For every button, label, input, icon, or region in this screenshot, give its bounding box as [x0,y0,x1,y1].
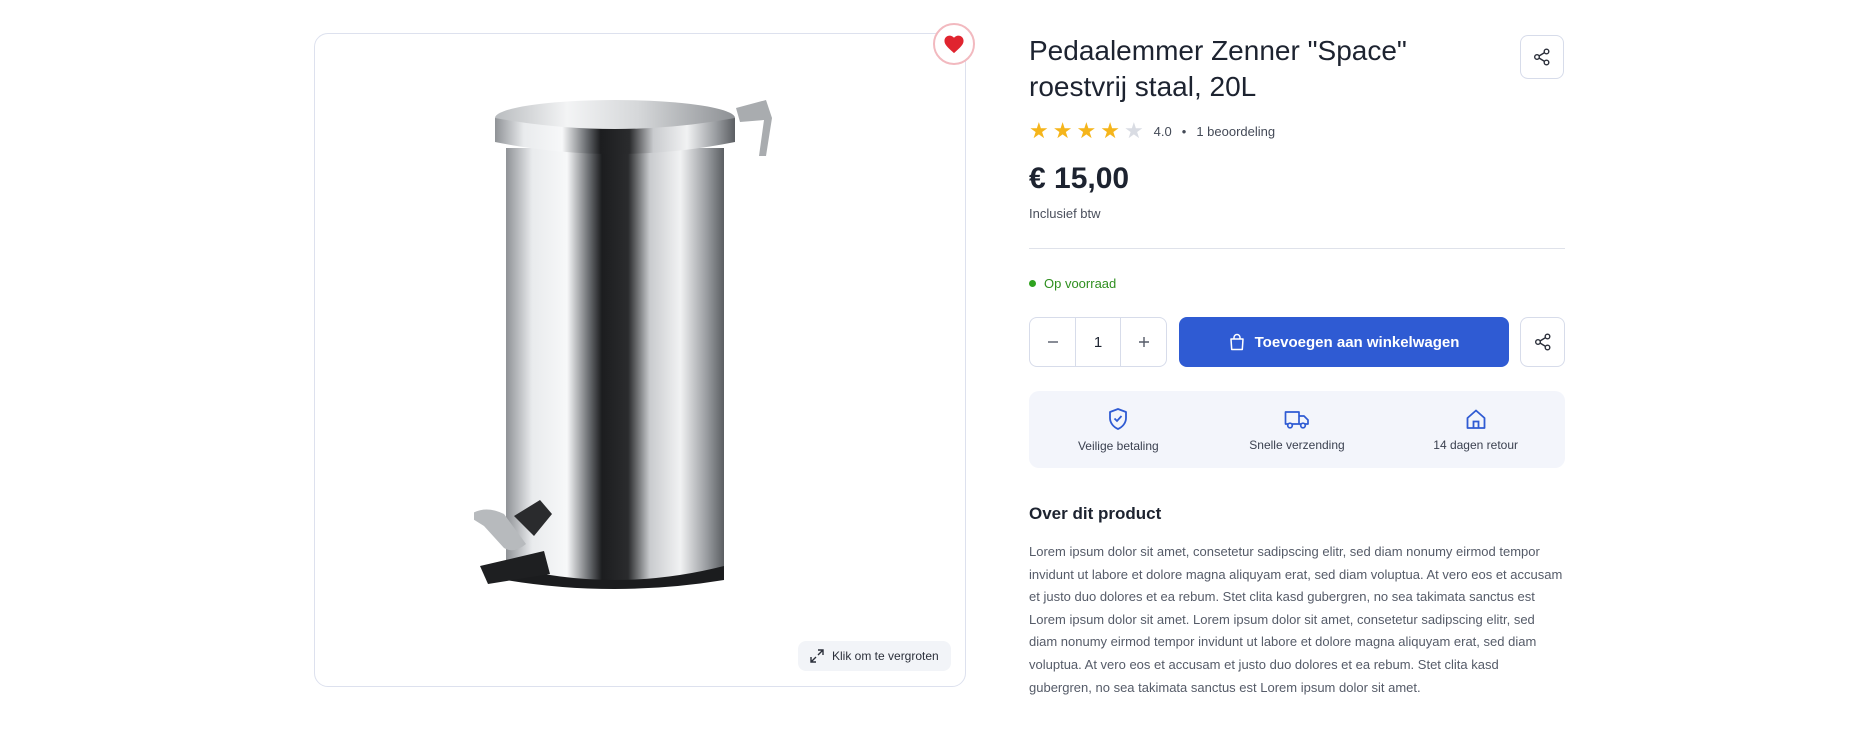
share-icon [1534,48,1550,66]
add-to-cart-button[interactable]: Toevoegen aan winkelwagen [1179,317,1509,367]
star-filled-icon: ★ [1052,118,1073,143]
rating-separator: • [1181,123,1187,139]
add-to-cart-label: Toevoegen aan winkelwagen [1254,333,1460,351]
usp-label: Snelle verzending [1249,437,1345,452]
usp-item: Snelle verzending [1212,408,1382,452]
quantity-input[interactable]: 1 [1075,318,1121,366]
quantity-stepper: 1 [1029,317,1167,367]
star-filled-icon: ★ [1100,118,1120,143]
minus-icon [1047,341,1058,343]
vat-label: Inclusief btw [1029,206,1101,221]
share-icon [1534,333,1550,351]
rating-value: 4.0 [1153,123,1172,139]
about-heading: Over dit product [1029,504,1162,523]
zoom-label: Klik om te vergroten [832,649,939,663]
product-title: Pedaalemmer Zenner "Space" roestvrij sta… [1029,35,1407,102]
product-price: € 15,00 [1029,162,1130,195]
usp-item: 14 dagen retour [1391,408,1561,452]
usp-label: Veilige betaling [1077,438,1159,453]
share-button[interactable] [1520,317,1565,367]
usp-label: 14 dagen retour [1433,437,1518,452]
plus-icon [1138,337,1149,347]
favorite-button[interactable] [933,23,975,65]
stock-status: Op voorraad [1029,276,1116,291]
rating-stars: ★ ★ ★ ★ ★ [1029,120,1144,142]
usp-bar: Veilige betaling Snelle verzending 14 da… [1029,391,1565,468]
star-filled-icon: ★ [1029,118,1049,143]
shopping-bag-icon [1229,333,1244,351]
star-filled-icon: ★ [1076,118,1097,143]
quantity-decrease-button[interactable] [1030,318,1075,366]
product-image[interactable] [474,96,814,596]
truck-icon [1284,410,1309,429]
product-description: Lorem ipsum dolor sit amet, consetetur s… [1029,544,1563,695]
shield-check-icon [1109,407,1128,430]
review-count-link[interactable]: 1 beoordeling [1196,124,1275,139]
divider [1029,248,1565,249]
product-rating: ★ ★ ★ ★ ★ 4.0 • 1 beoordeling [1029,120,1275,142]
expand-icon [810,649,824,663]
stock-status-label: Op voorraad [1044,276,1117,291]
star-empty-icon: ★ [1123,118,1144,143]
share-button-top[interactable] [1520,35,1564,79]
quantity-increase-button[interactable] [1121,318,1166,366]
heart-icon [944,35,964,54]
stock-dot [1029,280,1036,287]
zoom-button[interactable]: Klik om te vergroten [798,641,951,671]
home-icon [1466,409,1486,429]
usp-item: Veilige betaling [1033,407,1203,453]
